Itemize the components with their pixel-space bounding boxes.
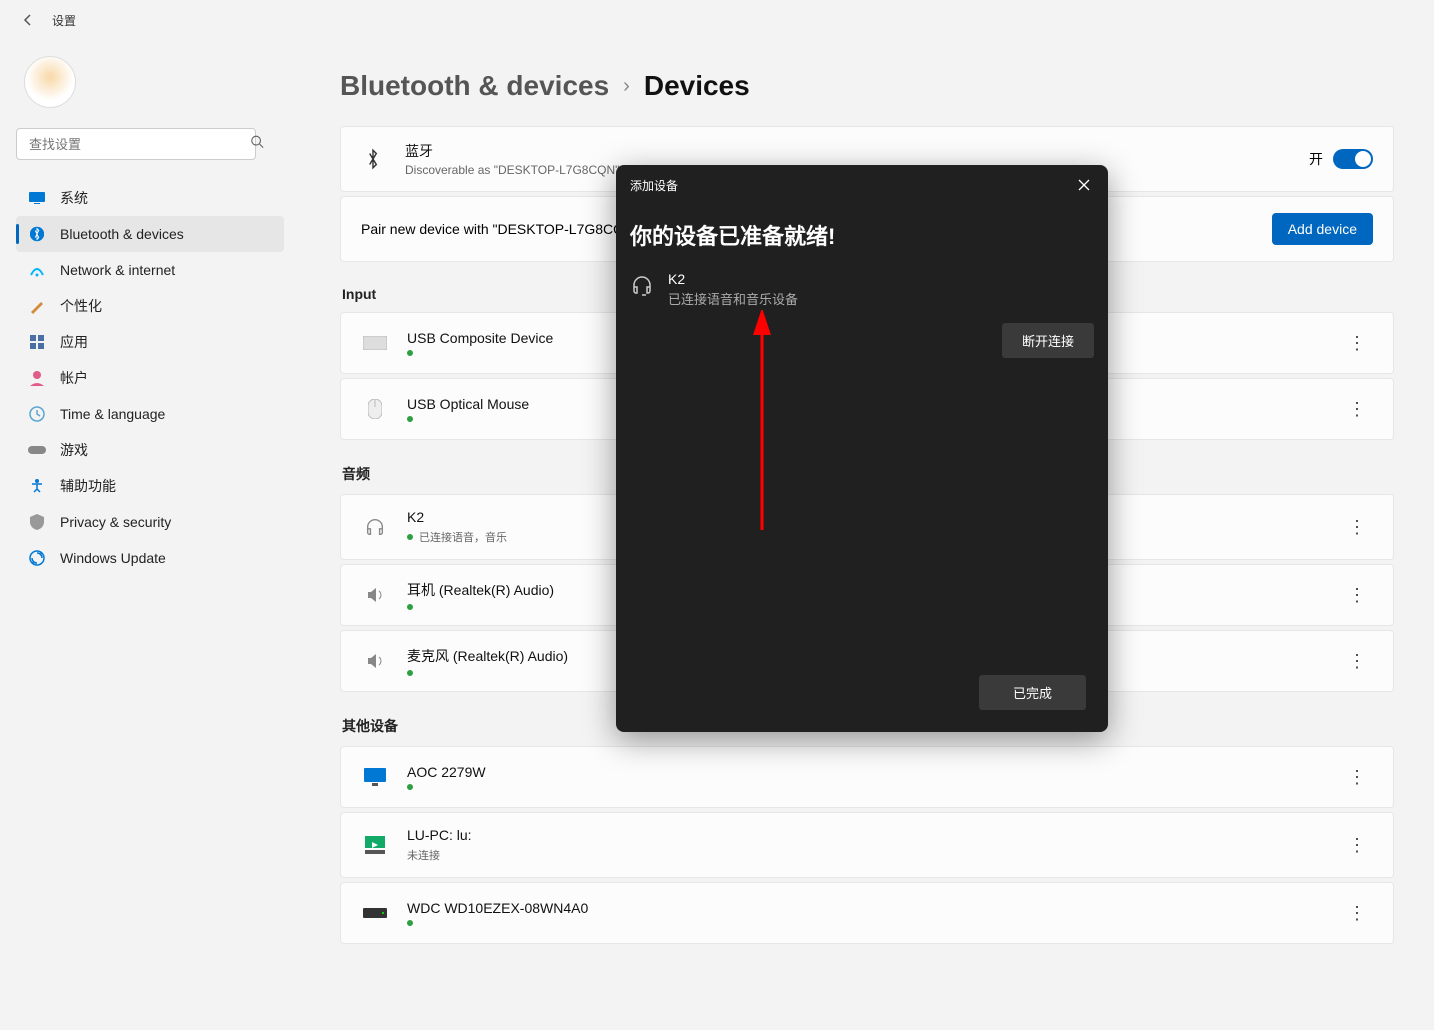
close-button[interactable] [1074,175,1094,195]
device-row[interactable]: WDC WD10EZEX-08WN4A0⋮ [340,882,1394,944]
back-button[interactable] [16,8,40,32]
headphones-icon [361,513,389,541]
accessibility-icon [28,477,46,495]
status-dot-icon [407,534,413,540]
sidebar: 系统 Bluetooth & devices Network & internet 个… [0,40,300,1030]
sidebar-item-label: 帐户 [60,368,88,388]
bluetooth-icon [361,148,385,170]
status-dot-icon [407,784,413,790]
gaming-icon [28,441,46,459]
window-header: 设置 [0,0,1434,40]
header-title: 设置 [52,12,76,29]
device-menu-button[interactable]: ⋮ [1341,645,1373,677]
device-menu-button[interactable]: ⋮ [1341,327,1373,359]
sidebar-item-label: 系统 [60,188,88,208]
bluetooth-title: 蓝牙 [405,141,1309,161]
sidebar-item-apps[interactable]: 应用 [16,324,284,360]
close-icon [1078,179,1090,191]
sidebar-item-label: 应用 [60,332,88,352]
sidebar-item-label: Privacy & security [60,514,171,530]
sidebar-item-update[interactable]: Windows Update [16,540,284,576]
status-dot-icon [407,350,413,356]
bluetooth-toggle-label: 开 [1309,149,1323,169]
status-dot-icon [407,604,413,610]
device-row[interactable]: AOC 2279W⋮ [340,746,1394,808]
device-menu-button[interactable]: ⋮ [1341,897,1373,929]
sidebar-item-label: Windows Update [60,550,166,566]
sidebar-item-privacy[interactable]: Privacy & security [16,504,284,540]
dialog-header-title: 添加设备 [630,177,678,194]
network-icon [28,261,46,279]
bluetooth-icon [28,225,46,243]
speaker-icon [361,581,389,609]
device-menu-button[interactable]: ⋮ [1341,393,1373,425]
bluetooth-toggle[interactable] [1333,149,1373,169]
breadcrumb-current: Devices [644,70,750,102]
sidebar-item-accessibility[interactable]: 辅助功能 [16,468,284,504]
pair-text: Pair new device with "DESKTOP-L7G8CQN" [361,221,639,237]
chevron-right-icon: › [623,75,630,98]
sidebar-item-label: 个性化 [60,296,102,316]
sidebar-item-label: Network & internet [60,262,175,278]
sidebar-item-system[interactable]: 系统 [16,180,284,216]
mouse-icon [361,395,389,423]
sidebar-item-label: Time & language [60,406,165,422]
apps-icon [28,333,46,351]
time-icon [28,405,46,423]
status-dot-icon [407,920,413,926]
sidebar-item-personalization[interactable]: 个性化 [16,288,284,324]
device-status [407,784,1341,790]
device-status [407,920,1341,926]
device-menu-button[interactable]: ⋮ [1341,579,1373,611]
dialog-device-row: K2 已连接语音和音乐设备 [616,271,1108,308]
nav-list: 系统 Bluetooth & devices Network & internet 个… [16,180,284,576]
drive-icon [361,899,389,927]
sidebar-item-label: 游戏 [60,440,88,460]
pc-icon [361,831,389,859]
status-dot-icon [407,670,413,676]
device-menu-button[interactable]: ⋮ [1341,829,1373,861]
sidebar-item-time[interactable]: Time & language [16,396,284,432]
done-button[interactable]: 已完成 [979,675,1086,710]
device-name: WDC WD10EZEX-08WN4A0 [407,900,1341,916]
sidebar-item-label: 辅助功能 [60,476,116,496]
dialog-device-name: K2 [668,271,798,287]
status-dot-icon [407,416,413,422]
arrow-left-icon [20,12,36,28]
dialog-device-status: 已连接语音和音乐设备 [668,289,798,308]
sidebar-item-label: Bluetooth & devices [60,226,184,242]
search-icon [250,135,264,154]
sidebar-item-accounts[interactable]: 帐户 [16,360,284,396]
breadcrumb-parent[interactable]: Bluetooth & devices [340,70,609,102]
accounts-icon [28,369,46,387]
search-input[interactable] [16,128,256,160]
sidebar-item-gaming[interactable]: 游戏 [16,432,284,468]
device-menu-button[interactable]: ⋮ [1341,761,1373,793]
device-row[interactable]: LU-PC: lu: 未连接⋮ [340,812,1394,878]
speaker-icon [361,647,389,675]
sidebar-item-network[interactable]: Network & internet [16,252,284,288]
headset-icon [630,273,654,297]
dialog-title: 你的设备已准备就绪! [616,205,1108,271]
update-icon [28,549,46,567]
breadcrumb: Bluetooth & devices › Devices [340,70,1394,102]
add-device-dialog: 添加设备 你的设备已准备就绪! K2 已连接语音和音乐设备 断开连接 已完成 [616,165,1108,732]
personalization-icon [28,297,46,315]
search-wrap [16,128,284,160]
avatar[interactable] [24,56,76,108]
device-menu-button[interactable]: ⋮ [1341,511,1373,543]
device-name: LU-PC: lu: [407,827,1341,843]
system-icon [28,189,46,207]
keyboard-icon [361,329,389,357]
sidebar-item-bluetooth[interactable]: Bluetooth & devices [16,216,284,252]
device-status: 未连接 [407,847,1341,863]
privacy-icon [28,513,46,531]
disconnect-button[interactable]: 断开连接 [1002,323,1094,358]
add-device-button[interactable]: Add device [1272,213,1373,245]
device-name: AOC 2279W [407,764,1341,780]
monitor-icon [361,763,389,791]
